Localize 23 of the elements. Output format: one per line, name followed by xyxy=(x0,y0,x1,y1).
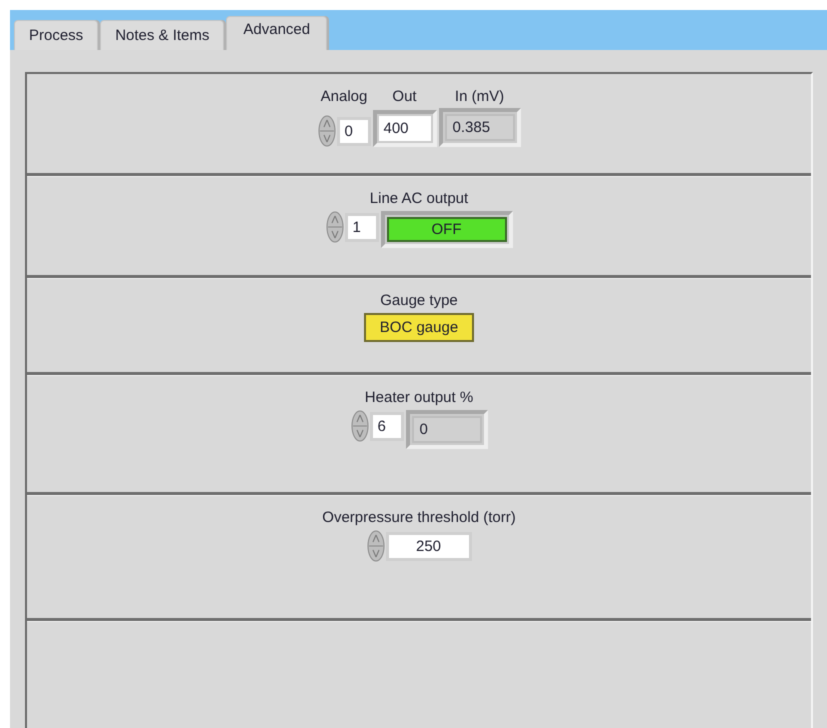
spinner-icon[interactable] xyxy=(326,211,344,243)
spinner-icon[interactable] xyxy=(350,410,368,442)
section-label: Gauge type xyxy=(380,292,458,309)
section-label: Overpressure threshold (torr) xyxy=(322,509,516,526)
spinner-icon[interactable] xyxy=(318,115,336,147)
tab[interactable]: Process xyxy=(14,20,98,50)
control-label: In (mV) xyxy=(454,88,504,105)
numeric-field[interactable]: 1 xyxy=(344,212,378,242)
section-label: Heater output % xyxy=(364,389,474,406)
readout-field: 0 xyxy=(412,416,482,443)
tab[interactable]: Notes & Items xyxy=(100,20,224,50)
numeric-field[interactable]: 400 xyxy=(378,116,430,141)
control-label: Analog xyxy=(320,88,368,105)
readout-field: 0.385 xyxy=(444,114,514,141)
numeric-field[interactable]: 6 xyxy=(370,412,404,440)
tab[interactable]: Advanced xyxy=(226,16,328,50)
toggle-button[interactable]: OFF xyxy=(386,217,506,242)
numeric-field[interactable]: 250 xyxy=(386,532,472,560)
control-label: Out xyxy=(392,88,417,105)
section-label: Line AC output xyxy=(370,190,468,207)
gauge-dropdown[interactable]: BOC gauge xyxy=(364,313,474,342)
numeric-field[interactable]: 0 xyxy=(336,116,370,146)
spinner-icon[interactable] xyxy=(366,530,384,562)
